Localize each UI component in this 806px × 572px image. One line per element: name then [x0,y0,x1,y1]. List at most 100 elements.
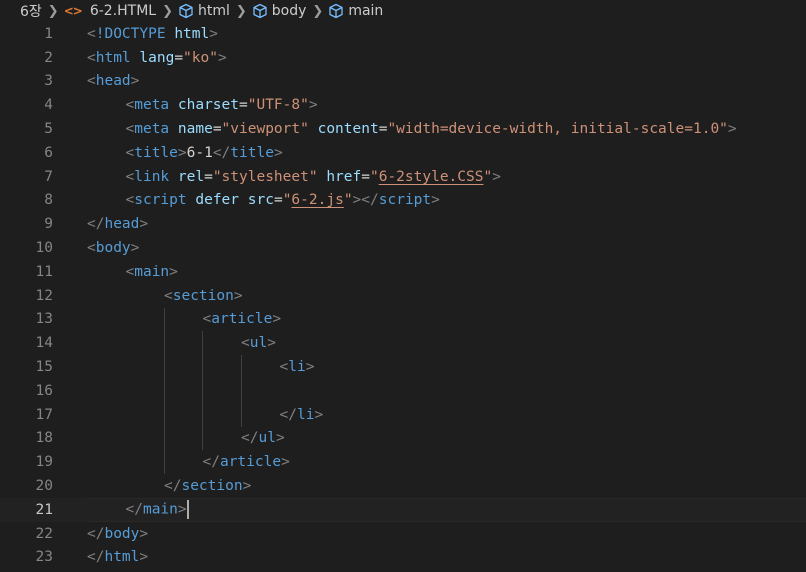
line-number: 20 [35,478,53,495]
code-token: = [212,121,222,138]
code-line[interactable]: 3 <head> [0,70,806,94]
line-number: 12 [35,287,53,304]
code-token: href [326,168,362,185]
code-token: content [317,121,379,138]
code-line[interactable]: 1 <!DOCTYPE html> [0,22,806,46]
code-line[interactable]: 18 </ul> [0,426,806,451]
code-token: < [279,359,289,376]
line-number: 21 [35,501,53,518]
code-token: 6-2style.CSS [378,168,484,185]
code-token: > [139,216,149,233]
code-token: = [174,49,184,66]
code-editor[interactable]: 1 <!DOCTYPE html> 2 <html lang="ko"> 3 <head>… [0,22,806,572]
code-line[interactable]: 11 <main> [0,260,806,284]
code-text: </body> [87,526,148,542]
code-token: head [104,216,140,233]
code-token: "width=device-width, initial-scale=1.0" [387,121,728,138]
code-token: html [95,49,131,66]
code-token: charset [177,97,239,114]
indent-guide [163,378,165,403]
indent-guide [163,331,165,356]
breadcrumb-item-folder[interactable]: 6장 [20,1,42,21]
breadcrumb-item-body[interactable]: body [252,3,307,19]
line-number: 16 [35,382,53,399]
breadcrumb-item-html[interactable]: html [178,3,230,19]
line-number: 11 [35,263,53,280]
code-token: < [87,25,96,42]
code-token: li [296,406,315,423]
code-line[interactable]: 22 </body> [0,522,806,546]
code-token: > [275,430,285,447]
code-token: body [95,240,131,257]
code-token: ul [258,430,276,447]
breadcrumb-label: body [271,3,307,19]
indent-guide [202,426,203,451]
line-number: 7 [44,168,53,185]
code-line[interactable]: 4 <meta charset="UTF-8"> [0,93,806,117]
code-token: " [483,168,493,185]
breadcrumb-item-main[interactable]: main [328,3,383,19]
indent-guide [163,402,165,427]
breadcrumb-item-file[interactable]: <> 6-2.HTML [64,3,156,19]
code-token: < [125,192,135,209]
code-token: = [239,97,248,114]
code-token: </ [87,525,105,542]
code-token: > [130,240,140,257]
code-token: > [169,263,178,280]
code-line[interactable]: 2 <html lang="ko"> [0,46,806,70]
line-number: 13 [35,311,53,328]
code-line[interactable]: 12 <section> [0,284,806,308]
code-token: > [272,311,282,328]
code-token: < [202,311,212,328]
code-text: <title>6-1</title> [126,145,283,161]
line-number: 22 [35,525,53,542]
code-token: script [134,192,187,209]
code-text: </li> [280,407,324,423]
indent-guide [202,355,203,379]
code-token: meta [134,121,170,138]
code-text: </article> [203,454,290,470]
code-text: <body> [87,240,139,256]
code-text: <script defer src="6-2.js"></script> [126,192,440,208]
code-token: section [172,287,234,304]
indent-guide [240,355,242,379]
code-token: section [181,478,243,495]
code-text: <html lang="ko"> [87,50,227,66]
code-token: > [727,121,737,138]
code-line[interactable]: 7 <link rel="stylesheet" href="6-2style.C… [0,165,806,189]
element-cube-icon [252,3,268,19]
code-token: </ [202,454,220,471]
indent-guide [240,402,242,427]
indent-guide [240,378,242,403]
code-line[interactable]: 16 [0,378,806,403]
code-token: > [139,525,149,542]
code-line[interactable]: 17 </li> [0,402,806,427]
code-token: > [130,73,140,90]
code-token: = [361,168,370,185]
code-line[interactable]: 21 </main> [0,497,806,522]
code-token: lang [139,49,175,66]
code-line[interactable]: 13 <article> [0,307,806,332]
line-number: 8 [44,192,53,209]
code-line[interactable]: 19 </article> [0,450,806,475]
code-token: > [431,192,440,209]
code-text: <!DOCTYPE html> [87,26,218,42]
code-line[interactable]: 23 </html> [0,546,806,570]
code-token: body [104,525,140,542]
code-text: <li> [280,359,315,375]
code-line[interactable]: 5 <meta name="viewport" content="width=de… [0,117,806,141]
code-line[interactable]: 10 <body> [0,236,806,260]
text-cursor [186,500,189,520]
code-line[interactable]: 9 </head> [0,212,806,236]
code-token: defer [195,192,240,209]
code-line[interactable]: 14 <ul> [0,331,806,356]
code-token: !DOCTYPE [95,25,166,42]
code-line[interactable]: 6 <title>6-1</title> [0,141,806,165]
code-line[interactable]: 15 <li> [0,355,806,379]
code-line[interactable]: 8 <script defer src="6-2.js"></script> [0,189,806,213]
code-token: > [492,168,501,185]
code-line[interactable]: 20 </section> [0,474,806,498]
code-token: < [125,97,135,114]
